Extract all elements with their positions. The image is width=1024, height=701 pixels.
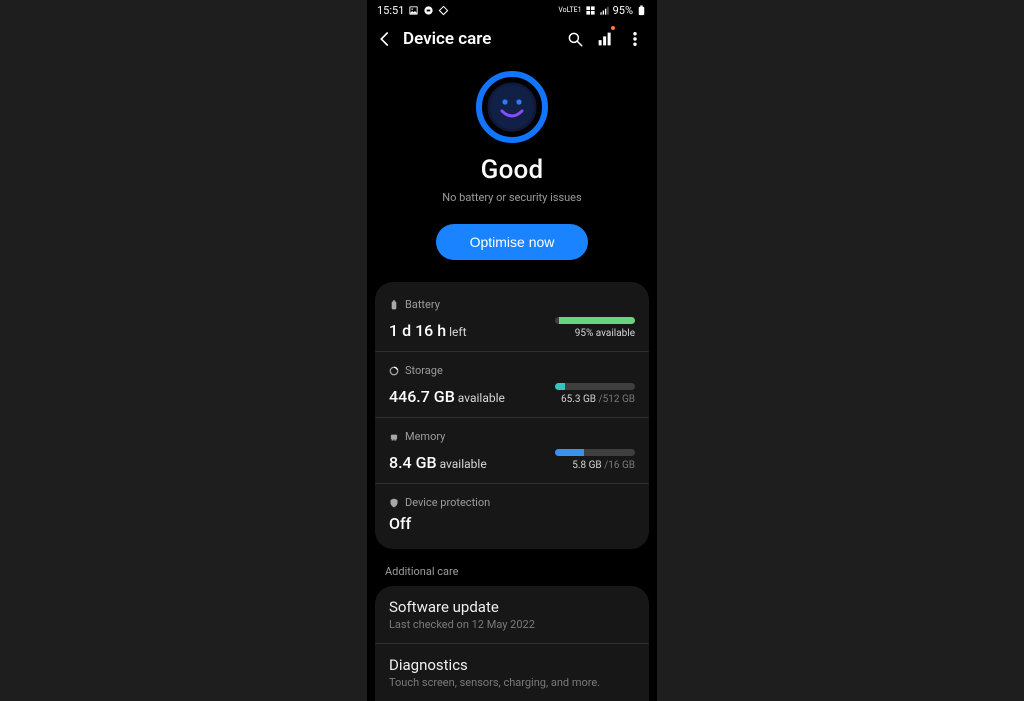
software-update-row[interactable]: Software update Last checked on 12 May 2… [375,586,649,643]
battery-row[interactable]: Battery 1 d 16 hleft 95% available [375,286,649,351]
battery-meter [555,317,635,324]
battery-label: Battery [405,298,440,311]
memory-small-icon [389,432,399,442]
notification-icon [423,5,434,16]
storage-label: Storage [405,364,443,377]
additional-care-heading: Additional care [367,549,657,586]
storage-meter-fill [555,383,565,390]
storage-value: 446.7 GBavailable [389,388,505,406]
usage-button[interactable] [593,27,617,51]
memory-usage: 5.8 GB /16 GB [572,460,635,471]
software-update-title: Software update [389,598,635,616]
volte-label: VoLTE1 [558,8,581,14]
more-vertical-icon [626,30,644,48]
phone-frame: 15:51 VoLTE1 95% Device care [367,0,657,701]
page-title: Device care [403,29,557,49]
memory-meter [555,449,635,456]
diagnostics-row[interactable]: Diagnostics Touch screen, sensors, charg… [375,643,649,701]
more-button[interactable] [623,27,647,51]
device-status-section: Good No battery or security issues Optim… [367,61,657,282]
search-button[interactable] [563,27,587,51]
picture-icon [408,5,419,16]
app-header: Device care [367,19,657,61]
smiley-icon [488,83,536,131]
network-icon [585,5,596,16]
storage-meter [555,383,635,390]
battery-value: 1 d 16 hleft [389,322,467,340]
protection-label: Device protection [405,496,490,509]
additional-care-card: Software update Last checked on 12 May 2… [375,586,649,701]
protection-value: Off [389,515,635,533]
storage-usage: 65.3 GB /512 GB [561,394,635,405]
chevron-left-icon [376,30,394,48]
status-bar-right: VoLTE1 95% [558,4,647,17]
memory-value: 8.4 GBavailable [389,454,487,472]
status-face-icon [476,71,548,143]
battery-pct: 95% [613,4,633,17]
notification-dot-icon [611,26,615,30]
software-update-sub: Last checked on 12 May 2022 [389,618,635,631]
battery-small-icon [389,300,399,310]
bar-chart-icon [596,30,614,48]
status-time: 15:51 [377,4,404,17]
status-subtext: No battery or security issues [442,191,581,204]
storage-row[interactable]: Storage 446.7 GBavailable 65.3 GB /512 G… [375,351,649,417]
optimise-button[interactable]: Optimise now [436,224,589,260]
status-bar-left: 15:51 [377,4,449,17]
metrics-card: Battery 1 d 16 hleft 95% available Stora… [375,282,649,549]
status-bar: 15:51 VoLTE1 95% [367,0,657,19]
search-icon [566,30,584,48]
shield-icon [389,498,399,508]
memory-label: Memory [405,430,445,443]
memory-meter-fill [555,449,584,456]
signal-icon [599,5,610,16]
battery-available: 95% available [575,328,635,339]
memory-row[interactable]: Memory 8.4 GBavailable 5.8 GB /16 GB [375,417,649,483]
back-button[interactable] [373,27,397,51]
battery-icon [636,5,647,16]
protection-row[interactable]: Device protection Off [375,483,649,545]
status-heading: Good [481,155,544,185]
battery-meter-fill [559,317,635,324]
notification-icon-2 [438,5,449,16]
diagnostics-title: Diagnostics [389,656,635,674]
storage-small-icon [389,366,399,376]
diagnostics-sub: Touch screen, sensors, charging, and mor… [389,676,635,689]
